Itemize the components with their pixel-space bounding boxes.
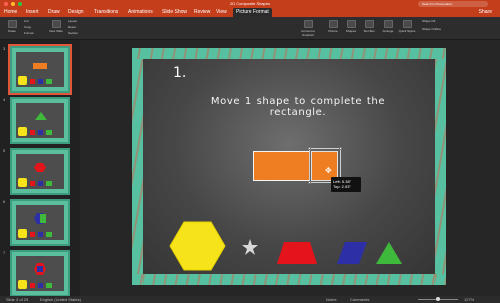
green-triangle-shape[interactable] [376, 242, 402, 264]
maximize-window-button[interactable] [18, 2, 22, 6]
slide: 1. Move 1 shape to complete the rectangl… [132, 48, 446, 285]
ribbon-tab-bar: Home Insert Draw Design Transitions Anim… [0, 8, 500, 17]
arrange-button[interactable]: Arrange [378, 20, 398, 37]
slide-thumbnail-image[interactable] [8, 44, 72, 95]
section-button[interactable]: Section [68, 31, 78, 35]
reset-button[interactable]: Reset [68, 25, 76, 29]
tab-home[interactable]: Home [4, 8, 17, 17]
comments-button[interactable]: Comments [350, 296, 369, 303]
cut-button[interactable]: Cut [24, 19, 29, 23]
share-button[interactable]: Share [479, 8, 492, 17]
slide-thumbnail[interactable]: 4 [2, 97, 78, 146]
tab-draw[interactable]: Draw [48, 8, 60, 17]
document-title: 2D Composite Shapes [229, 1, 271, 6]
paste-button[interactable]: Paste [2, 20, 22, 37]
picture-button[interactable]: Picture [323, 20, 343, 37]
slide-thumbnail-number: 4 [3, 97, 6, 102]
slide-thumbnail-number: 5 [3, 148, 6, 153]
slide-thumbnail-panel: 3 4 5 6 7 [0, 40, 80, 299]
new-slide-button[interactable]: New Slide [46, 20, 66, 37]
tab-design[interactable]: Design [68, 8, 84, 17]
convert-smartart-button[interactable]: Convert to SmartArt [296, 20, 320, 37]
shape-outline-button[interactable]: Shape Outline [422, 27, 441, 31]
notes-button[interactable]: Notes [326, 296, 336, 303]
text-box-button[interactable]: Text Box [359, 20, 379, 37]
tab-view[interactable]: View [216, 8, 227, 17]
arrange-icon [383, 20, 393, 28]
slide-thumbnail-number: 6 [3, 199, 6, 204]
slide-thumbnail[interactable]: 3 [2, 44, 78, 95]
window-controls[interactable] [4, 2, 22, 6]
slide-thumbnail-image[interactable] [10, 148, 70, 195]
tab-review[interactable]: Review [194, 8, 210, 17]
clipboard-icon [7, 20, 17, 28]
new-slide-icon [51, 20, 61, 28]
status-bar: Slide 3 of 29 English (United States) No… [0, 296, 500, 303]
zoom-slider-knob[interactable] [436, 297, 440, 301]
tab-insert[interactable]: Insert [26, 8, 39, 17]
slide-thumbnail[interactable]: 7 [2, 250, 78, 299]
tab-transitions[interactable]: Transitions [94, 8, 118, 17]
smartart-icon [303, 20, 313, 28]
minimize-window-button[interactable] [11, 2, 15, 6]
tab-picture-format[interactable]: Picture Format [233, 8, 272, 17]
search-input[interactable]: Search in Presentation [418, 1, 488, 7]
format-painter-button[interactable]: Format [24, 31, 34, 35]
title-bar: 2D Composite Shapes Search in Presentati… [0, 0, 500, 8]
quick-styles-icon [402, 20, 412, 28]
close-window-button[interactable] [4, 2, 8, 6]
slide-editor-canvas: 1. Move 1 shape to complete the rectangl… [80, 40, 500, 296]
shape-fill-button[interactable]: Shape Fill [422, 19, 435, 23]
yellow-hexagon-shape[interactable] [169, 221, 226, 271]
slide-thumbnail-image[interactable] [10, 199, 70, 246]
slide-thumbnail-number: 3 [3, 46, 6, 51]
slide-thumbnail-image[interactable] [10, 97, 70, 144]
tab-animations[interactable]: Animations [128, 8, 153, 17]
picture-icon [328, 20, 338, 28]
white-star-shape[interactable] [242, 239, 258, 255]
tab-slide-show[interactable]: Slide Show [162, 8, 187, 17]
layout-button[interactable]: Layout [68, 19, 77, 23]
slide-thumbnail[interactable]: 5 [2, 148, 78, 197]
shapes-icon [346, 20, 356, 28]
slide-thumbnail-image[interactable] [10, 250, 70, 297]
red-trapezoid-shape[interactable] [277, 242, 317, 264]
language-indicator[interactable]: English (United States) [40, 296, 81, 303]
slide-counter: Slide 3 of 29 [6, 297, 29, 302]
copy-button[interactable]: Copy [24, 25, 31, 29]
blue-parallelogram-shape[interactable] [337, 242, 367, 264]
zoom-level[interactable]: 127% [464, 296, 474, 303]
text-box-icon [364, 20, 374, 28]
slide-thumbnail-number: 7 [3, 250, 6, 255]
ribbon-toolbar: Paste Cut Copy Format New Slide Layout R… [0, 17, 500, 40]
shapes-button[interactable]: Shapes [341, 20, 361, 37]
slide-thumbnail[interactable]: 6 [2, 199, 78, 248]
quick-styles-button[interactable]: Quick Styles [397, 20, 417, 37]
slide-shapes-layer [169, 221, 402, 271]
